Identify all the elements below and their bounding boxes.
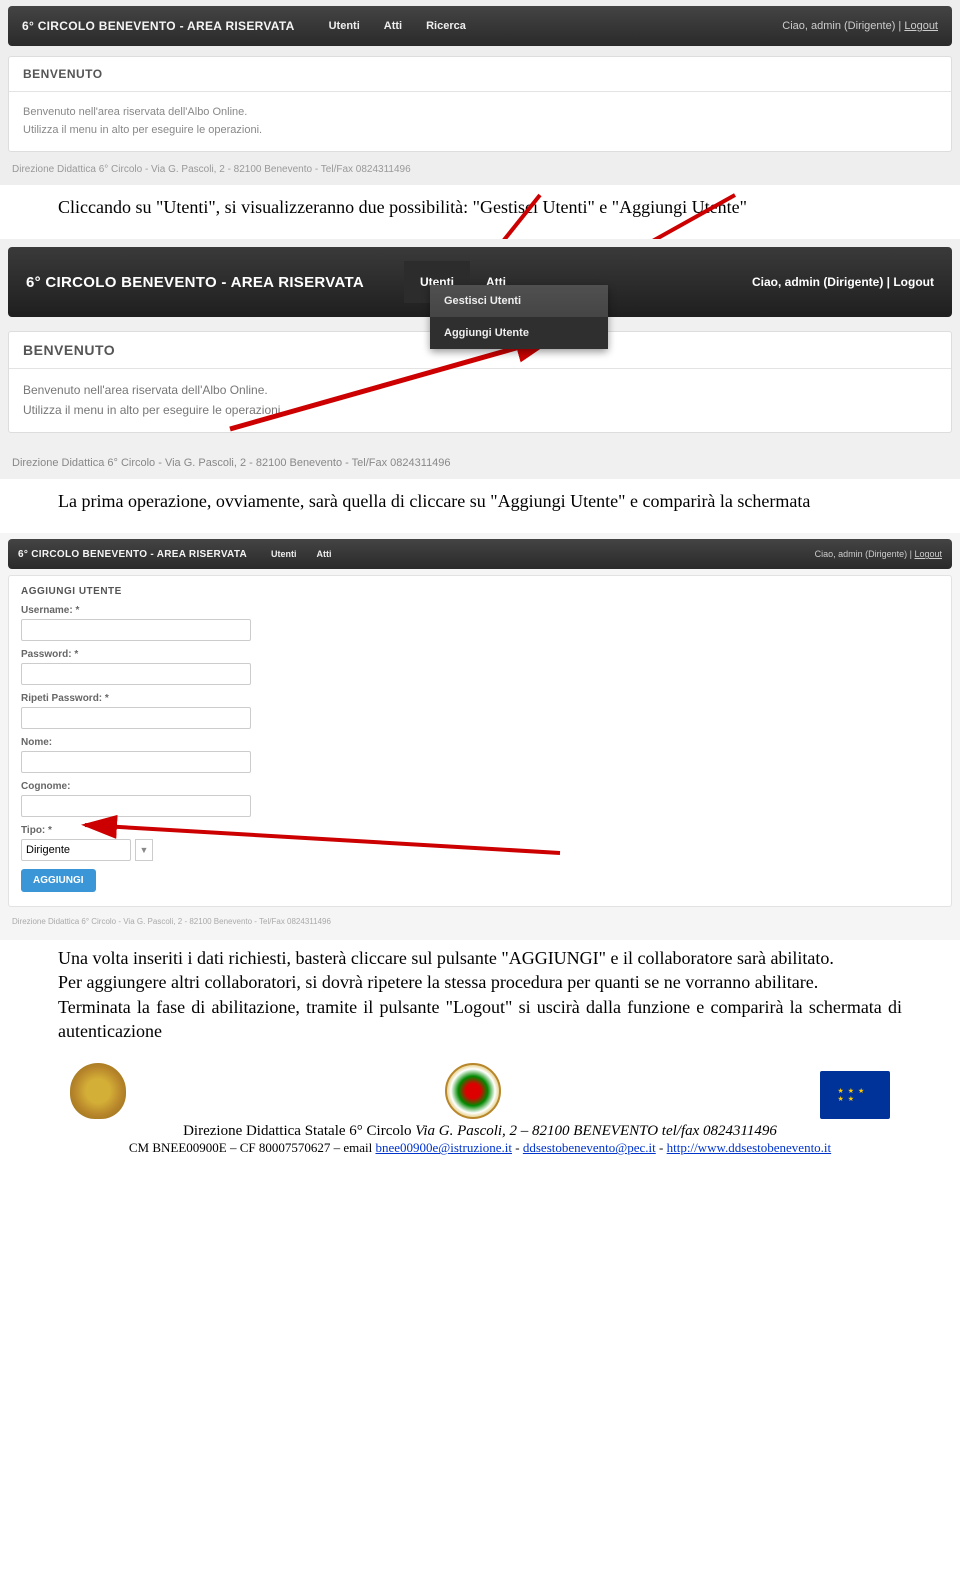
footer-email-link[interactable]: bnee00900e@istruzione.it [375, 1140, 512, 1155]
eu-flag-icon [820, 1071, 890, 1119]
app-footer: Direzione Didattica 6° Circolo - Via G. … [8, 907, 952, 934]
label-nome: Nome: [21, 737, 939, 748]
app-footer: Direzione Didattica 6° Circolo - Via G. … [8, 158, 952, 183]
italian-emblem-icon [445, 1063, 501, 1119]
form-title: AGGIUNGI UTENTE [21, 586, 939, 597]
app-header-bar-small: 6° CIRCOLO BENEVENTO - AREA RISERVATA Ut… [8, 539, 952, 569]
menu-item-utenti[interactable]: Utenti [319, 14, 370, 38]
nome-input[interactable] [21, 751, 251, 773]
label-tipo: Tipo: * [21, 825, 939, 836]
main-menu: Utenti Atti [263, 545, 340, 563]
label-repeat-password: Ripeti Password: * [21, 693, 939, 704]
menu-item-ricerca[interactable]: Ricerca [416, 14, 476, 38]
utenti-dropdown: Gestisci Utenti Aggiungi Utente [430, 285, 608, 349]
app-brand: 6° CIRCOLO BENEVENTO - AREA RISERVATA [18, 549, 247, 560]
user-greeting: Ciao, admin (Dirigente) | Logout [752, 275, 934, 289]
footer-logos [0, 1063, 960, 1119]
user-greeting: Ciao, admin (Dirigente) | Logout [782, 20, 938, 32]
app-brand: 6° CIRCOLO BENEVENTO - AREA RISERVATA [22, 19, 295, 33]
welcome-text: Benvenuto nell'area riservata dell'Albo … [9, 92, 951, 151]
doc-paragraph-3: Una volta inseriti i dati richiesti, bas… [0, 940, 960, 970]
menu-item-atti[interactable]: Atti [374, 14, 412, 38]
doc-paragraph-5: Terminata la fase di abilitazione, trami… [0, 995, 960, 1064]
panel-title: BENVENUTO [9, 57, 951, 92]
add-user-form: AGGIUNGI UTENTE Username: * Password: * … [8, 575, 952, 907]
doc-paragraph-2: La prima operazione, ovviamente, sarà qu… [0, 479, 960, 533]
screenshot-form: 6° CIRCOLO BENEVENTO - AREA RISERVATA Ut… [0, 533, 960, 940]
password-input[interactable] [21, 663, 251, 685]
footer-pec-link[interactable]: ddsestobenevento@pec.it [523, 1140, 656, 1155]
app-header-bar: 6° CIRCOLO BENEVENTO - AREA RISERVATA Ut… [8, 6, 952, 46]
menu-item-atti[interactable]: Atti [309, 545, 340, 563]
cognome-input[interactable] [21, 795, 251, 817]
repeat-password-input[interactable] [21, 707, 251, 729]
screenshot-dropdown: 6° CIRCOLO BENEVENTO - AREA RISERVATA Ut… [0, 239, 960, 478]
welcome-text: Benvenuto nell'area riservata dell'Albo … [9, 369, 951, 431]
logout-link[interactable]: Logout [893, 275, 934, 289]
logout-link[interactable]: Logout [914, 549, 942, 559]
label-username: Username: * [21, 605, 939, 616]
welcome-panel: BENVENUTO Benvenuto nell'area riservata … [8, 56, 952, 152]
screenshot-welcome-1: 6° CIRCOLO BENEVENTO - AREA RISERVATA Ut… [0, 0, 960, 185]
app-brand: 6° CIRCOLO BENEVENTO - AREA RISERVATA [26, 274, 364, 291]
doc-paragraph-4: Per aggiungere altri collaboratori, si d… [0, 970, 960, 994]
label-cognome: Cognome: [21, 781, 939, 792]
user-greeting: Ciao, admin (Dirigente) | Logout [815, 549, 942, 559]
dropdown-item-gestisci-utenti[interactable]: Gestisci Utenti [430, 285, 608, 317]
crest-logo-icon [70, 1063, 126, 1119]
chevron-down-icon[interactable]: ▼ [135, 839, 153, 861]
dropdown-item-aggiungi-utente[interactable]: Aggiungi Utente [430, 317, 608, 349]
page-footer: Direzione Didattica Statale 6° Circolo V… [0, 1123, 960, 1176]
menu-item-utenti[interactable]: Utenti [263, 545, 305, 563]
doc-paragraph-1: Cliccando su "Utenti", si visualizzerann… [0, 185, 960, 239]
logout-link[interactable]: Logout [904, 20, 938, 32]
label-password: Password: * [21, 649, 939, 660]
main-menu: Utenti Atti Ricerca [319, 14, 476, 38]
aggiungi-button[interactable]: AGGIUNGI [21, 869, 96, 892]
tipo-select[interactable] [21, 839, 131, 861]
footer-website-link[interactable]: http://www.ddsestobenevento.it [667, 1140, 832, 1155]
app-footer: Direzione Didattica 6° Circolo - Via G. … [8, 439, 952, 477]
username-input[interactable] [21, 619, 251, 641]
